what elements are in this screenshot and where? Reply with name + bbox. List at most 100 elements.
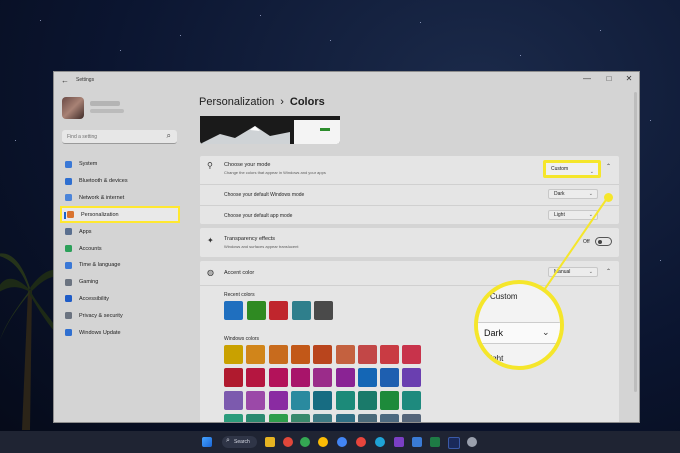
sidebar-item-system[interactable]: System (60, 156, 180, 173)
windows-color-swatch[interactable] (268, 345, 288, 364)
sidebar-item-windows-update[interactable]: Windows Update (60, 324, 180, 341)
sidebar-item-label: Bluetooth & devices (79, 178, 128, 185)
sidebar-item-privacy-security[interactable]: Privacy & security (60, 307, 180, 324)
transparency-title: Transparency effects (224, 236, 276, 242)
excel-icon[interactable] (430, 437, 440, 447)
windows-color-swatch[interactable] (335, 391, 355, 410)
update-icon (65, 329, 72, 337)
mode-dropdown-value: Custom (551, 166, 569, 172)
sidebar-item-bluetooth-devices[interactable]: Bluetooth & devices (60, 173, 180, 190)
windows-color-swatch[interactable] (268, 368, 288, 387)
sidebar-item-label: Apps (79, 228, 92, 235)
sidebar-item-accounts[interactable]: Accounts (60, 240, 180, 257)
breadcrumb: Personalization › Colors (199, 96, 325, 108)
system-icon (65, 160, 72, 168)
windows-mode-dropdown[interactable]: Dark ⌄ (548, 189, 598, 199)
windows-color-swatch[interactable] (290, 368, 310, 387)
windows-color-swatch[interactable] (357, 414, 377, 422)
recent-color-swatch[interactable] (314, 301, 333, 320)
windows-color-swatch[interactable] (335, 368, 355, 387)
windows-color-swatch[interactable] (402, 368, 422, 387)
windows-color-swatch[interactable] (357, 391, 377, 410)
chrome-icon[interactable] (318, 437, 328, 447)
avatar[interactable] (62, 97, 84, 119)
sidebar-item-time-language[interactable]: Time & language (60, 257, 180, 274)
sidebar-item-label: Network & internet (79, 194, 125, 201)
windows-color-swatch[interactable] (313, 345, 333, 364)
windows-color-swatch[interactable] (335, 414, 355, 422)
windows-color-swatch[interactable] (357, 368, 377, 387)
chrome-icon[interactable] (337, 437, 347, 447)
photoshop-icon[interactable] (448, 437, 460, 449)
chrome-icon[interactable] (300, 437, 310, 447)
accent-dropdown-value: Manual (554, 269, 571, 275)
windows-color-swatch[interactable] (357, 345, 377, 364)
chrome-icon[interactable] (356, 437, 366, 447)
windows-color-swatch[interactable] (335, 345, 355, 364)
recent-color-swatch[interactable] (269, 301, 288, 320)
callout-magnifier: Custom Dark ⌄ Light (474, 280, 564, 370)
windows-color-swatch[interactable] (290, 414, 310, 422)
windows-color-swatch[interactable] (246, 391, 266, 410)
recent-color-swatch[interactable] (246, 301, 266, 320)
sidebar-item-gaming[interactable]: Gaming (60, 274, 180, 291)
accent-dropdown[interactable]: Manual ⌄ (548, 267, 598, 277)
windows-color-swatch[interactable] (313, 368, 333, 387)
windows-color-swatch[interactable] (224, 345, 243, 364)
windows-color-swatch[interactable] (224, 368, 243, 387)
chevron-down-icon: ⌄ (588, 191, 593, 197)
maximize-button[interactable]: □ (602, 74, 616, 83)
windows-color-swatch[interactable] (380, 368, 400, 387)
windows-color-swatch[interactable] (402, 414, 422, 422)
windows-color-swatch[interactable] (380, 345, 400, 364)
windows-color-swatch[interactable] (246, 368, 266, 387)
back-arrow-icon[interactable]: ← (61, 76, 69, 85)
windows-color-swatch[interactable] (380, 414, 400, 422)
recent-color-swatch[interactable] (224, 301, 243, 320)
windows-color-swatch[interactable] (313, 414, 333, 422)
scrollbar[interactable] (634, 92, 637, 392)
mode-dropdown[interactable]: Custom ⌄ (543, 160, 601, 178)
windows-color-swatch[interactable] (380, 391, 400, 410)
search-input[interactable]: Find a setting ⌕ (62, 130, 177, 144)
breadcrumb-parent[interactable]: Personalization (199, 96, 274, 108)
windows-color-swatch[interactable] (402, 391, 422, 410)
chevron-down-icon: ⌄ (588, 212, 593, 218)
windows-color-swatch[interactable] (268, 391, 288, 410)
minimize-button[interactable]: — (580, 74, 594, 83)
windows-color-swatch[interactable] (224, 391, 243, 410)
windows-color-swatch[interactable] (313, 391, 333, 410)
taskbar-search[interactable]: ⌕ Search (222, 436, 257, 448)
notepad-icon[interactable] (412, 437, 422, 447)
windows-color-swatch[interactable] (290, 345, 310, 364)
settings-gear-icon[interactable] (467, 437, 477, 447)
sidebar-item-accessibility[interactable]: Accessibility (60, 291, 180, 308)
windows-mode-label: Choose your default Windows mode (224, 192, 305, 198)
windows-color-swatch[interactable] (268, 414, 288, 422)
chevron-up-icon[interactable]: ⌃ (606, 163, 611, 170)
recent-color-swatch[interactable] (291, 301, 311, 320)
onenote-icon[interactable] (394, 437, 404, 447)
chrome-icon[interactable] (283, 437, 293, 447)
windows-color-swatch[interactable] (246, 345, 266, 364)
close-button[interactable]: ✕ (622, 74, 636, 83)
file-explorer-icon[interactable] (265, 437, 275, 447)
windows-color-swatch[interactable] (246, 414, 266, 422)
windows-color-swatch[interactable] (402, 345, 422, 364)
app-mode-dropdown[interactable]: Light ⌄ (548, 210, 598, 220)
sidebar-item-network-internet[interactable]: Network & internet (60, 190, 180, 207)
sidebar-item-label: Accessibility (79, 295, 109, 302)
windows-color-swatch[interactable] (224, 414, 243, 422)
search-icon[interactable]: ⌕ (167, 131, 171, 141)
start-icon[interactable] (202, 437, 212, 447)
page-title: Colors (289, 96, 325, 108)
edge-icon[interactable] (375, 437, 385, 447)
transparency-toggle[interactable] (595, 237, 612, 246)
chevron-down-icon: ⌄ (588, 269, 593, 275)
chevron-up-icon[interactable]: ⌃ (606, 268, 611, 275)
windows-color-swatch[interactable] (290, 391, 310, 410)
sidebar-item-personalization[interactable]: Personalization (60, 206, 180, 224)
callout-option-below: Light (486, 354, 504, 363)
sidebar-item-apps[interactable]: Apps (60, 223, 180, 240)
sidebar-item-label: Time & language (79, 262, 121, 269)
